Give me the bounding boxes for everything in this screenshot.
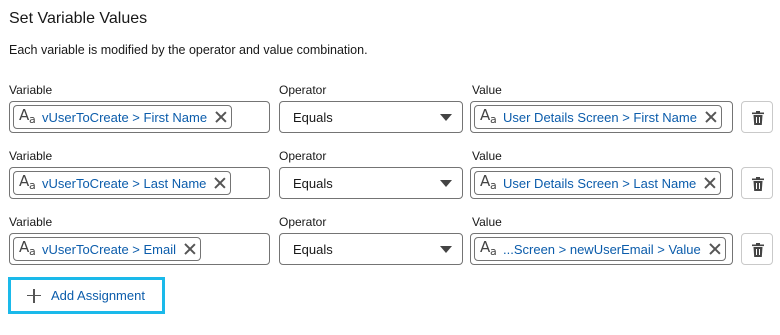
- chevron-down-icon: [440, 114, 452, 121]
- trash-icon: [752, 111, 764, 125]
- value-pill-label: ...Screen > newUserEmail > Value: [503, 241, 701, 257]
- operator-selected-value: Equals: [293, 242, 333, 257]
- variable-pill-label: vUserToCreate > First Name: [42, 109, 208, 125]
- variable-pill-label: vUserToCreate > Last Name: [42, 175, 207, 191]
- operator-selected-value: Equals: [293, 176, 333, 191]
- add-assignment-button[interactable]: Add Assignment: [11, 280, 162, 311]
- assignment-row: Variable Aa vUserToCreate > Last Name Op…: [0, 149, 780, 215]
- add-assignment-highlight: Add Assignment: [8, 277, 165, 314]
- variable-pill: Aa vUserToCreate > Last Name: [13, 171, 232, 195]
- section-description: Each variable is modified by the operato…: [9, 43, 368, 57]
- delete-row-button[interactable]: [741, 233, 773, 265]
- trash-icon: [752, 243, 764, 257]
- value-field[interactable]: Aa User Details Screen > First Name: [470, 101, 733, 133]
- value-label: Value: [472, 149, 502, 163]
- value-label: Value: [472, 83, 502, 97]
- variable-field[interactable]: Aa vUserToCreate > First Name: [9, 101, 270, 133]
- operator-select[interactable]: Equals: [279, 167, 463, 199]
- value-pill-label: User Details Screen > First Name: [503, 109, 697, 125]
- delete-row-button[interactable]: [741, 167, 773, 199]
- operator-label: Operator: [279, 215, 327, 229]
- add-assignment-label: Add Assignment: [51, 288, 145, 303]
- text-type-icon: Aa: [19, 106, 36, 126]
- variable-label: Variable: [9, 215, 53, 229]
- close-icon[interactable]: [704, 177, 716, 189]
- operator-selected-value: Equals: [293, 110, 333, 125]
- close-icon[interactable]: [709, 243, 721, 255]
- section-title: Set Variable Values: [9, 10, 148, 27]
- value-pill: Aa User Details Screen > First Name: [474, 105, 722, 129]
- variable-label: Variable: [9, 149, 53, 163]
- plus-icon: [27, 288, 41, 303]
- close-icon[interactable]: [215, 111, 227, 123]
- operator-select[interactable]: Equals: [279, 233, 463, 265]
- operator-label: Operator: [279, 83, 327, 97]
- variable-pill: Aa vUserToCreate > Email: [13, 237, 202, 261]
- assignment-row: Variable Aa vUserToCreate > Email Operat…: [0, 215, 780, 281]
- text-type-icon: Aa: [480, 106, 497, 126]
- text-type-icon: Aa: [19, 238, 36, 258]
- assignment-row: Variable Aa vUserToCreate > First Name O…: [0, 83, 780, 149]
- trash-icon: [752, 177, 764, 191]
- chevron-down-icon: [440, 180, 452, 187]
- variable-field[interactable]: Aa vUserToCreate > Last Name: [9, 167, 270, 199]
- operator-select[interactable]: Equals: [279, 101, 463, 133]
- value-field[interactable]: Aa ...Screen > newUserEmail > Value: [470, 233, 733, 265]
- operator-label: Operator: [279, 149, 327, 163]
- value-pill: Aa User Details Screen > Last Name: [474, 171, 722, 195]
- close-icon[interactable]: [184, 243, 196, 255]
- variable-field[interactable]: Aa vUserToCreate > Email: [9, 233, 270, 265]
- text-type-icon: Aa: [480, 172, 497, 192]
- close-icon[interactable]: [214, 177, 226, 189]
- chevron-down-icon: [440, 246, 452, 253]
- variable-pill-label: vUserToCreate > Email: [42, 241, 177, 257]
- text-type-icon: Aa: [480, 238, 497, 258]
- variable-label: Variable: [9, 83, 53, 97]
- text-type-icon: Aa: [19, 172, 36, 192]
- close-icon[interactable]: [705, 111, 717, 123]
- value-pill-label: User Details Screen > Last Name: [503, 175, 697, 191]
- value-label: Value: [472, 215, 502, 229]
- delete-row-button[interactable]: [741, 101, 773, 133]
- value-pill: Aa ...Screen > newUserEmail > Value: [474, 237, 726, 261]
- value-field[interactable]: Aa User Details Screen > Last Name: [470, 167, 733, 199]
- variable-pill: Aa vUserToCreate > First Name: [13, 105, 233, 129]
